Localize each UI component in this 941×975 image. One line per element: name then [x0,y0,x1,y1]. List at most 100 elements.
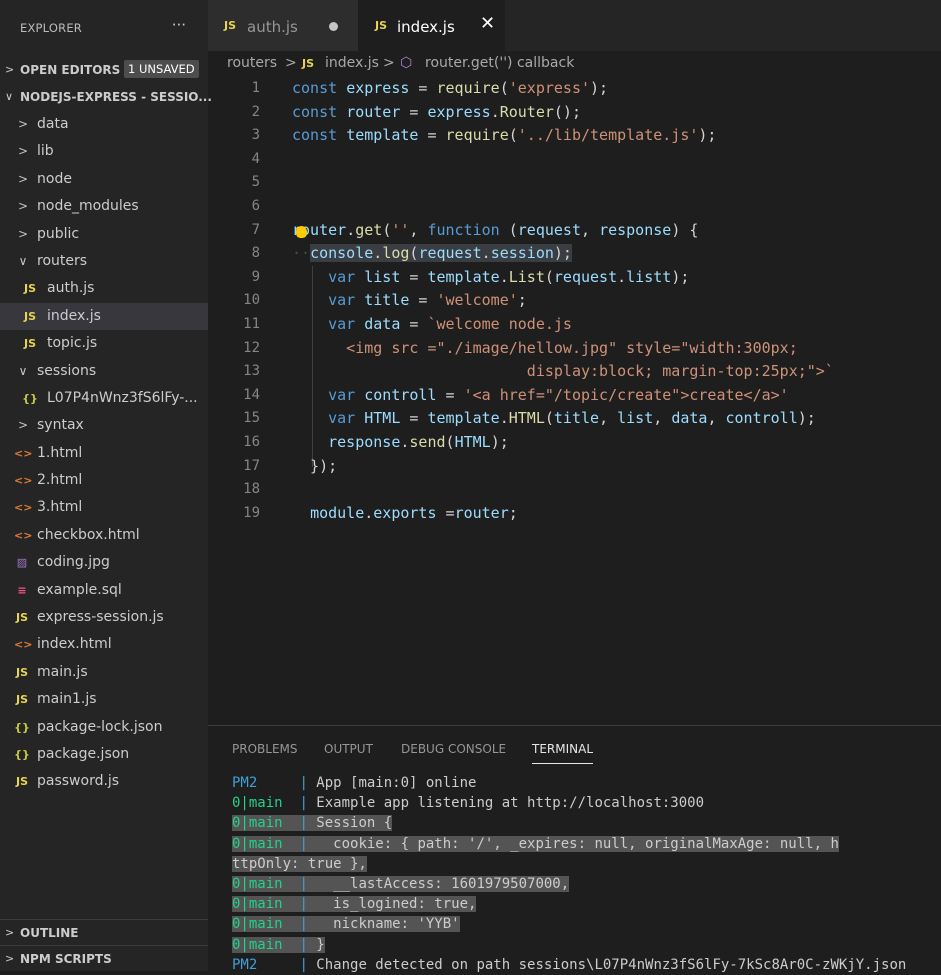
code-editor[interactable]: 1 const express = require('express'); 2 con… [208,77,941,725]
tree-item-password-js[interactable]: JS password.js [0,768,208,795]
terminal-separator: | [299,936,317,953]
terminal-separator: | [299,835,317,852]
outline-section[interactable]: > OUTLINE [0,919,208,946]
js-file-icon: JS [15,693,28,707]
line-number: 18 [243,481,260,498]
tab-index-js[interactable]: JS index.js ✕ [358,0,505,51]
code-line[interactable]: 7 router.get('', function (request, respo… [208,219,941,243]
tree-item-label: main.js [37,663,88,680]
code-line[interactable]: 13 display:block; margin-top:25px;">` [208,360,941,384]
js-file-icon: JS [23,337,36,351]
code-line[interactable]: 18 [208,478,941,502]
tree-item-sessions[interactable]: ∨ sessions [0,358,208,385]
tree-item-main1-js[interactable]: JS main1.js [0,686,208,713]
tree-item-public[interactable]: > public [0,221,208,248]
chevron-down-icon: ∨ [5,90,14,103]
code-line[interactable]: 2 const router = express.Router(); [208,101,941,125]
tree-item-example-sql[interactable]: ≡ example.sql [0,577,208,604]
close-icon[interactable]: ✕ [480,13,495,34]
code-line[interactable]: 12 <img src ="./image/hellow.jpg" style=… [208,337,941,361]
terminal-prefix: 0|main [232,835,300,852]
terminal-separator: | [299,956,317,973]
line-number: 19 [243,504,260,521]
open-editors-section[interactable]: > OPEN EDITORS 1 UNSAVED [0,57,208,84]
tree-item-topic-js[interactable]: JS topic.js [0,330,208,357]
tree-item-label: L07P4nWnz3fS6lFy-... [47,389,198,406]
npm-scripts-section[interactable]: > NPM SCRIPTS [0,945,208,972]
tree-item-2-html[interactable]: <> 2.html [0,467,208,494]
code-line[interactable]: 19 module.exports =router; [208,502,941,526]
terminal-line: 0|main | cookie: { path: '/', _expires: … [232,834,941,854]
line-number: 1 [251,80,260,96]
breadcrumb-symbol[interactable]: router.get('') callback [425,55,574,71]
tree-item-node-modules[interactable]: > node_modules [0,193,208,220]
line-number: 8 [251,245,260,262]
tree-item-package-json[interactable]: {} package.json [0,741,208,768]
tree-item-label: checkbox.html [37,526,140,543]
code-line[interactable]: 16 response.send(HTML); [208,431,941,455]
tree-item-checkbox-html[interactable]: <> checkbox.html [0,522,208,549]
tree-item-routers[interactable]: ∨ routers [0,248,208,275]
code-line[interactable]: 10 var title = 'welcome'; [208,289,941,313]
terminal-prefix: PM2 [232,775,300,791]
tree-item-express-session-js[interactable]: JS express-session.js [0,604,208,631]
tree-item-l07p4nwnz3fs6lfy[interactable]: {} L07P4nWnz3fS6lFy-... [0,385,208,412]
breadcrumb-folder[interactable]: routers [227,55,277,71]
unsaved-dot-icon[interactable] [329,22,338,31]
lightbulb-icon[interactable] [296,225,307,238]
html-file-icon: <> [14,501,33,515]
js-file-icon: JS [302,57,315,70]
terminal-line: 0|main | Example app listening at http:/… [232,793,941,813]
tree-item-node[interactable]: > node [0,166,208,193]
tree-item-index-js[interactable]: JS index.js [0,302,208,331]
code-line[interactable]: 8 ··console.log(request.session); [208,242,941,266]
terminal-output[interactable]: PM2 | App [main:0] online 0|main | Exampl… [232,773,941,975]
tab-terminal[interactable]: TERMINAL [532,742,594,764]
tab-output[interactable]: OUTPUT [324,742,373,756]
tree-item-syntax[interactable]: > syntax [0,412,208,439]
chevron-right-icon: > [5,952,15,965]
tab-auth-js[interactable]: JS auth.js [208,0,358,51]
more-actions-icon[interactable]: ··· [172,16,186,34]
tree-item-package-lock-json[interactable]: {} package-lock.json [0,714,208,741]
terminal-separator: | [299,815,317,832]
tree-item-label: lib [37,143,54,160]
tree-item-3-html[interactable]: <> 3.html [0,494,208,521]
code-line[interactable]: 4 [208,148,941,172]
tab-debug-console[interactable]: DEBUG CONSOLE [401,742,506,756]
code-line[interactable]: 11 var data = `welcome node.js [208,313,941,337]
code-line[interactable]: 9 var list = template.List(request.listt… [208,266,941,290]
line-number: 10 [243,292,260,309]
breadcrumb-file[interactable]: index.js [325,55,379,71]
tab-problems[interactable]: PROBLEMS [232,742,298,756]
tree-item-lib[interactable]: > lib [0,138,208,165]
tree-item-label: index.js [47,307,101,324]
terminal-prefix: 0|main [232,815,300,832]
terminal-separator: | [299,875,317,892]
tree-item-label: 2.html [37,472,83,489]
tree-item-main-js[interactable]: JS main.js [0,659,208,686]
chevron-down-icon: ∨ [18,363,28,378]
code-line[interactable]: 17 }); [208,455,941,479]
code-line[interactable]: 5 [208,171,941,195]
bottom-panel: PROBLEMS OUTPUT DEBUG CONSOLE TERMINAL P… [208,725,941,975]
tree-item-data[interactable]: > data [0,111,208,138]
code-line[interactable]: 1 const express = require('express'); [208,77,941,101]
code-line[interactable]: 6 [208,195,941,219]
code-line[interactable]: 14 var controll = '<a href="/topic/creat… [208,384,941,408]
terminal-text: App [main:0] online [316,775,477,791]
tree-item-index-html[interactable]: <> index.html [0,631,208,658]
line-number: 12 [243,339,260,356]
workspace-folder-section[interactable]: ∨ NODEJS-EXPRESS - SESSIO... [0,84,212,111]
tree-item-auth-js[interactable]: JS auth.js [0,275,208,302]
tab-label: auth.js [247,18,298,36]
terminal-prefix: 0|main [232,795,300,812]
tree-item-coding-jpg[interactable]: ▨ coding.jpg [0,549,208,576]
code-line[interactable]: 3 const template = require('../lib/templa… [208,124,941,148]
terminal-text: Example app listening at http://localhos… [316,795,705,812]
tree-item-1-html[interactable]: <> 1.html [0,440,208,467]
code-text: module.exports =router; [310,503,518,522]
html-file-icon: <> [14,528,33,542]
workspace-folder-label: NODEJS-EXPRESS - SESSIO... [20,90,212,104]
code-line[interactable]: 15 var HTML = template.HTML(title, list,… [208,407,941,431]
